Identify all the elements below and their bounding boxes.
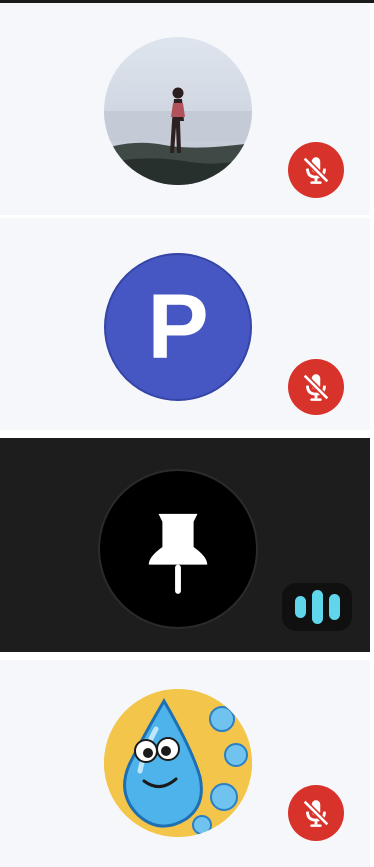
participant-4-avatar <box>104 689 252 837</box>
participant-tile-1[interactable] <box>0 3 370 215</box>
participant-tile-3[interactable] <box>0 438 370 652</box>
mic-off-icon <box>302 156 330 184</box>
mic-off-icon <box>302 373 330 401</box>
participant-1-mic-muted-badge[interactable] <box>288 142 344 198</box>
water-drop-cartoon-photo <box>104 689 252 837</box>
participant-tile-4[interactable] <box>0 660 370 867</box>
participant-2-avatar: P <box>104 253 252 401</box>
audio-level-bar <box>311 590 323 624</box>
audio-level-bar <box>294 596 306 618</box>
participant-1-avatar <box>104 37 252 185</box>
participant-4-mic-muted-badge[interactable] <box>288 785 344 841</box>
participant-tile-2[interactable]: P <box>0 218 370 430</box>
participant-3-speaking-indicator <box>282 583 352 631</box>
participant-2-initial: P <box>147 276 209 378</box>
mic-off-icon <box>302 799 330 827</box>
pushpin-icon <box>148 513 208 594</box>
person-silhouette-photo <box>104 37 252 185</box>
participant-strip: P <box>0 0 374 867</box>
participant-3-avatar <box>98 469 258 629</box>
audio-level-bar <box>328 594 340 620</box>
participant-2-mic-muted-badge[interactable] <box>288 359 344 415</box>
